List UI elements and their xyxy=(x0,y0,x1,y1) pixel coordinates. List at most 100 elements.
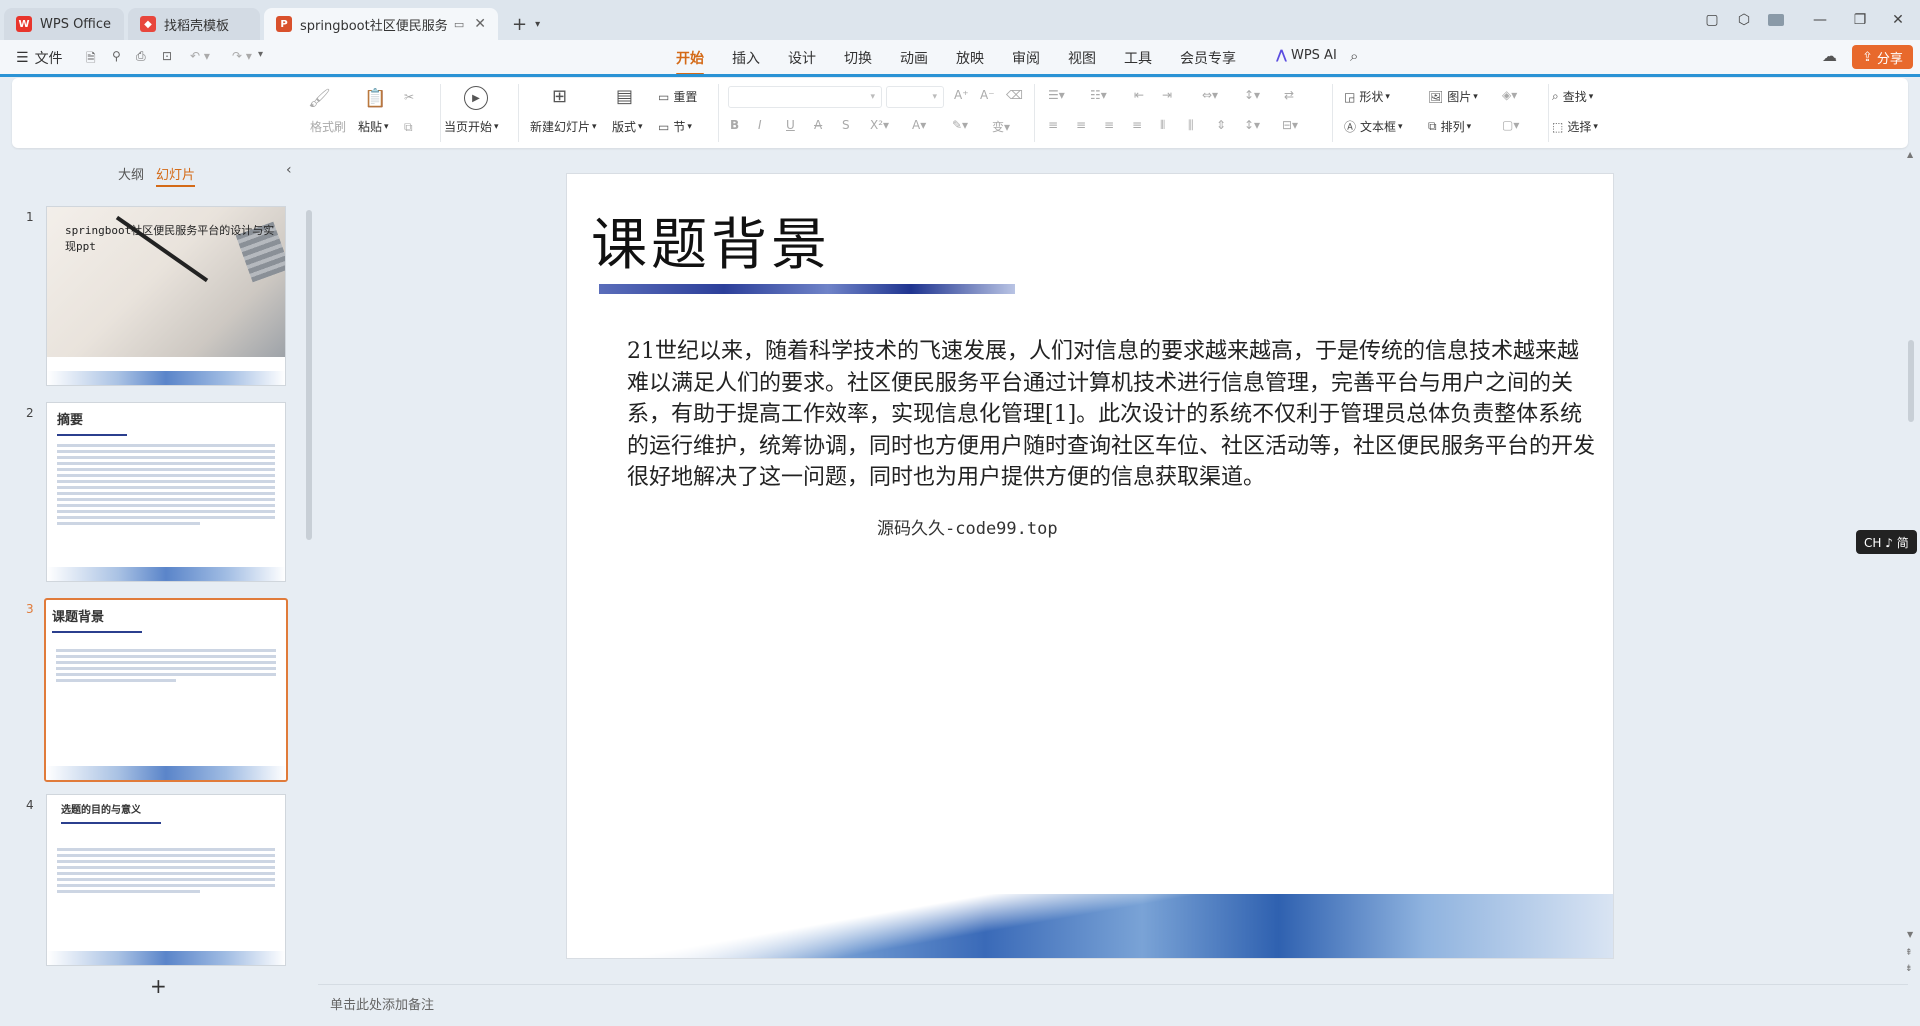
canvas-scrollbar[interactable] xyxy=(1908,340,1914,422)
tab-transition[interactable]: 切换 xyxy=(844,48,872,68)
italic-icon[interactable]: I xyxy=(758,118,762,132)
slide-body-text[interactable]: 21世纪以来，随着科学技术的飞速发展，人们对信息的要求越来越高，于是传统的信息技… xyxy=(627,336,1597,494)
columns-icon[interactable]: ⫼ xyxy=(1188,118,1194,133)
scroll-up-icon[interactable]: ▲ xyxy=(1907,150,1913,159)
outdent-icon[interactable]: ⇤ xyxy=(1134,88,1144,102)
numbered-list-icon[interactable]: ☷▾ xyxy=(1090,88,1107,102)
layout-button[interactable]: 版式 ▾ xyxy=(612,118,643,135)
section-button[interactable]: ▭ 节 ▾ xyxy=(658,118,692,135)
indent-icon[interactable]: ⇥ xyxy=(1162,88,1172,102)
picture-button[interactable]: 🖼 图片 ▾ xyxy=(1428,88,1478,105)
undo-icon[interactable]: ↶ ▾ xyxy=(190,49,210,63)
tab-insert[interactable]: 插入 xyxy=(732,48,760,68)
monitor-icon[interactable]: ▭ xyxy=(454,18,464,31)
font-grow-icon[interactable]: A⁺ xyxy=(954,88,969,102)
tab-home[interactable]: 开始 xyxy=(676,48,704,75)
tab-review[interactable]: 审阅 xyxy=(1012,48,1040,68)
font-color-icon[interactable]: A▾ xyxy=(912,118,926,132)
tab-design[interactable]: 设计 xyxy=(788,48,816,68)
avatar[interactable] xyxy=(1764,8,1788,32)
chevron-down-icon[interactable]: ▾ xyxy=(258,49,263,60)
slide-thumbnail-4[interactable]: 选题的目的与意义 xyxy=(46,794,286,966)
convert-icon[interactable]: ⇄ xyxy=(1284,88,1294,102)
outline-icon[interactable]: ▢▾ xyxy=(1502,118,1519,132)
share-button[interactable]: ⇪ 分享 xyxy=(1852,45,1913,69)
align-center-icon[interactable]: ≡ xyxy=(1076,118,1086,132)
tab-current-presentation[interactable]: P springboot社区便民服务平 ▭ ✕ xyxy=(264,8,498,40)
panel-scrollbar[interactable] xyxy=(306,210,312,540)
paste-button[interactable]: 粘贴 ▾ xyxy=(358,118,389,135)
tab-view[interactable]: 视图 xyxy=(1068,48,1096,68)
underline-icon[interactable]: U xyxy=(786,118,795,132)
copy-icon[interactable]: ⧉ xyxy=(404,120,413,135)
strikethrough-icon[interactable]: A xyxy=(814,118,822,132)
format-painter-icon[interactable]: 🖌 xyxy=(308,88,331,109)
reset-button[interactable]: ▭ 重置 xyxy=(658,88,697,105)
play-icon[interactable]: ▶ xyxy=(464,86,488,110)
add-slide-button[interactable]: + xyxy=(150,974,167,998)
paste-icon[interactable]: 📋 xyxy=(364,88,386,109)
text-direction-icon[interactable]: ⇔▾ xyxy=(1202,88,1218,102)
fill-icon[interactable]: ◈▾ xyxy=(1502,88,1517,102)
slide-title[interactable]: 课题背景 xyxy=(591,200,831,281)
find-button[interactable]: ⌕ 查找 ▾ xyxy=(1552,88,1593,105)
restore-icon[interactable]: ❐ xyxy=(1848,8,1872,32)
wps-ai-button[interactable]: ⋀ WPS AI xyxy=(1276,48,1337,63)
slide-canvas[interactable]: 课题背景 21世纪以来，随着科学技术的飞速发展，人们对信息的要求越来越高，于是传… xyxy=(566,173,1614,959)
align-right-icon[interactable]: ≡ xyxy=(1104,118,1114,132)
paragraph-spacing-icon[interactable]: ⇕ xyxy=(1216,118,1226,132)
redo-icon[interactable]: ↷ ▾ xyxy=(232,49,252,63)
align-left-icon[interactable]: ≡ xyxy=(1048,118,1058,132)
line-spacing-icon[interactable]: ↕▾ xyxy=(1244,88,1260,102)
font-family-select[interactable]: ▾ xyxy=(728,86,882,108)
tab-animation[interactable]: 动画 xyxy=(900,48,928,68)
new-tab-button[interactable]: + ▾ xyxy=(512,8,540,40)
link-icon[interactable]: ⚲ xyxy=(112,49,121,63)
slide-thumbnail-2[interactable]: 摘要 xyxy=(46,402,286,582)
outline-tab[interactable]: 大纲 xyxy=(118,164,144,183)
file-menu[interactable]: ☰ 文件 xyxy=(16,48,63,68)
font-size-select[interactable]: ▾ xyxy=(886,86,944,108)
collapse-panel-icon[interactable]: ‹ xyxy=(286,162,292,178)
bullet-list-icon[interactable]: ☰▾ xyxy=(1048,88,1065,102)
tab-tools[interactable]: 工具 xyxy=(1124,48,1152,68)
select-button[interactable]: ⬚ 选择 ▾ xyxy=(1552,118,1598,135)
clear-format-icon[interactable]: ⌫ xyxy=(1006,88,1023,102)
print-preview-icon[interactable]: ⊡ xyxy=(162,49,172,63)
close-window-icon[interactable]: ✕ xyxy=(1886,8,1910,32)
ime-indicator[interactable]: CH ♪ 简 xyxy=(1856,530,1917,554)
close-tab-icon[interactable]: ✕ xyxy=(474,16,486,32)
cut-icon[interactable]: ✂ xyxy=(404,90,414,104)
tab-member[interactable]: 会员专享 xyxy=(1180,48,1236,68)
line-spacing-2-icon[interactable]: ↕▾ xyxy=(1244,118,1260,132)
cube-icon[interactable]: ⬡ xyxy=(1732,8,1756,32)
new-slide-button[interactable]: 新建幻灯片 ▾ xyxy=(530,118,597,135)
arrange-button[interactable]: ⧉ 排列 ▾ xyxy=(1428,118,1471,135)
shape-button[interactable]: ◲ 形状 ▾ xyxy=(1344,88,1390,105)
font-shrink-icon[interactable]: A⁻ xyxy=(980,88,995,102)
save-icon[interactable]: 🗎 xyxy=(86,49,96,70)
slide-thumbnail-3[interactable]: 课题背景 xyxy=(44,598,288,782)
next-slide-icon[interactable]: ⇟ xyxy=(1905,964,1913,974)
minimize-icon[interactable]: — xyxy=(1808,8,1832,32)
search-icon[interactable]: ⌕ xyxy=(1350,47,1358,65)
highlight-icon[interactable]: ✎▾ xyxy=(952,118,968,132)
vertical-align-icon[interactable]: ⊟▾ xyxy=(1282,118,1298,132)
new-slide-icon[interactable]: ⊞ xyxy=(552,86,567,107)
distribute-icon[interactable]: ⦀ xyxy=(1160,118,1165,133)
tab-slideshow[interactable]: 放映 xyxy=(956,48,984,68)
layout-icon[interactable]: ▤ xyxy=(616,86,633,107)
tab-wps-office[interactable]: W WPS Office xyxy=(4,8,124,40)
notes-pane[interactable]: 单击此处添加备注 xyxy=(318,984,1908,1018)
chevron-down-icon[interactable]: ▾ xyxy=(535,19,540,30)
play-from-current-button[interactable]: 当页开始 ▾ xyxy=(444,118,499,135)
slide-thumbnail-1[interactable]: springboot社区便民服务平台的设计与实现ppt xyxy=(46,206,286,386)
tab-docer-templates[interactable]: ◆ 找稻壳模板 xyxy=(128,8,260,40)
superscript-icon[interactable]: X²▾ xyxy=(870,118,889,132)
layout-icon[interactable]: ▢ xyxy=(1700,8,1724,32)
bold-icon[interactable]: B xyxy=(730,118,739,132)
format-painter-button[interactable]: 格式刷 xyxy=(310,118,346,135)
print-icon[interactable]: ⎙ xyxy=(136,49,146,64)
cloud-upload-icon[interactable]: ☁ xyxy=(1822,47,1837,65)
textbox-button[interactable]: Ⓐ 文本框 ▾ xyxy=(1344,118,1403,135)
